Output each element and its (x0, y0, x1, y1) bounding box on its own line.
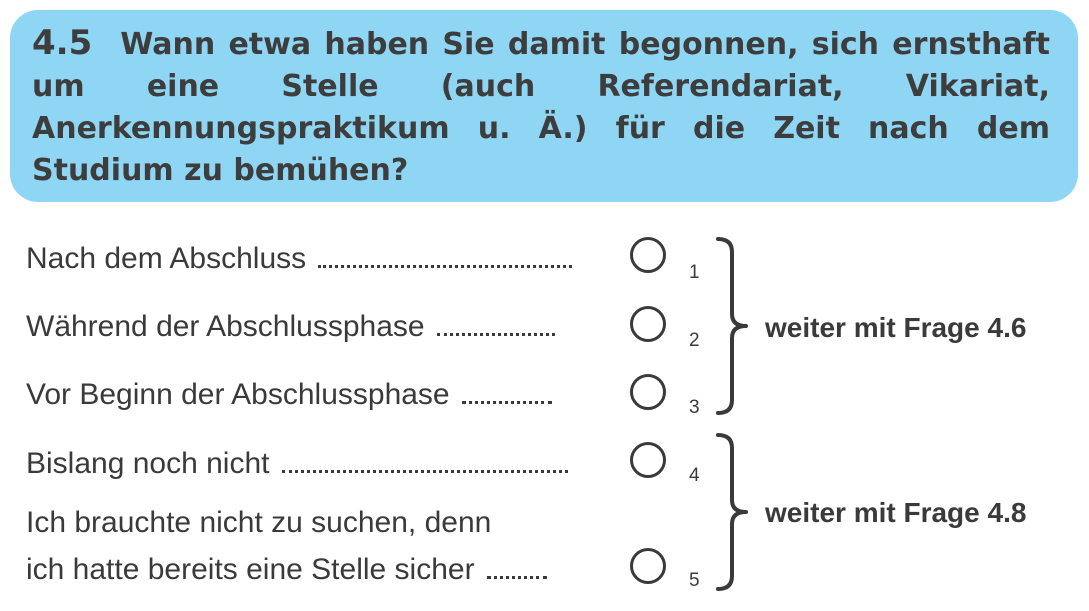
radio-option-2[interactable] (630, 306, 666, 342)
dot-leader (486, 554, 547, 579)
option-label: Bislang noch nicht (26, 447, 270, 480)
option-2: Während der Abschlussphase (26, 310, 555, 344)
question-body: Wann etwa haben Sie damit begonnen, sich… (32, 27, 1050, 188)
brace-group-2 (716, 433, 748, 591)
option-label: Während der Abschlussphase (26, 310, 425, 343)
option-label: ich hatte bereits eine Stelle sicher (26, 553, 475, 586)
code-option-3: 3 (689, 397, 700, 418)
option-4: Bislang noch nicht (26, 447, 568, 481)
skip-label-4-6: weiter mit Frage 4.6 (765, 312, 1027, 343)
skip-label-4-8: weiter mit Frage 4.8 (765, 497, 1027, 528)
dot-leader (281, 448, 568, 473)
option-label: Ich brauchte nicht zu suchen, denn (26, 506, 492, 539)
radio-option-5[interactable] (630, 548, 666, 584)
dot-leader (436, 311, 555, 336)
option-5-line-2: ich hatte bereits eine Stelle sicher (26, 553, 547, 587)
code-option-4: 4 (689, 465, 700, 486)
option-5-line-1: Ich brauchte nicht zu suchen, denn (26, 506, 491, 540)
code-option-1: 1 (689, 262, 700, 283)
dot-leader (318, 243, 573, 268)
option-label: Vor Beginn der Abschlussphase (26, 378, 450, 411)
dot-leader (461, 379, 552, 404)
question-text: 4.5 Wann etwa haben Sie damit begonnen, s… (32, 22, 1050, 192)
code-option-5: 5 (689, 570, 700, 591)
radio-option-4[interactable] (630, 442, 666, 478)
option-1: Nach dem Abschluss (26, 242, 573, 276)
radio-option-3[interactable] (630, 374, 666, 410)
question-number: 4.5 (32, 23, 93, 63)
option-3: Vor Beginn der Abschlussphase (26, 378, 552, 412)
brace-group-1 (716, 237, 748, 415)
code-option-2: 2 (689, 330, 700, 351)
option-label: Nach dem Abschluss (26, 242, 307, 275)
radio-option-1[interactable] (630, 237, 666, 273)
question-box: 4.5 Wann etwa haben Sie damit begonnen, s… (10, 10, 1078, 202)
